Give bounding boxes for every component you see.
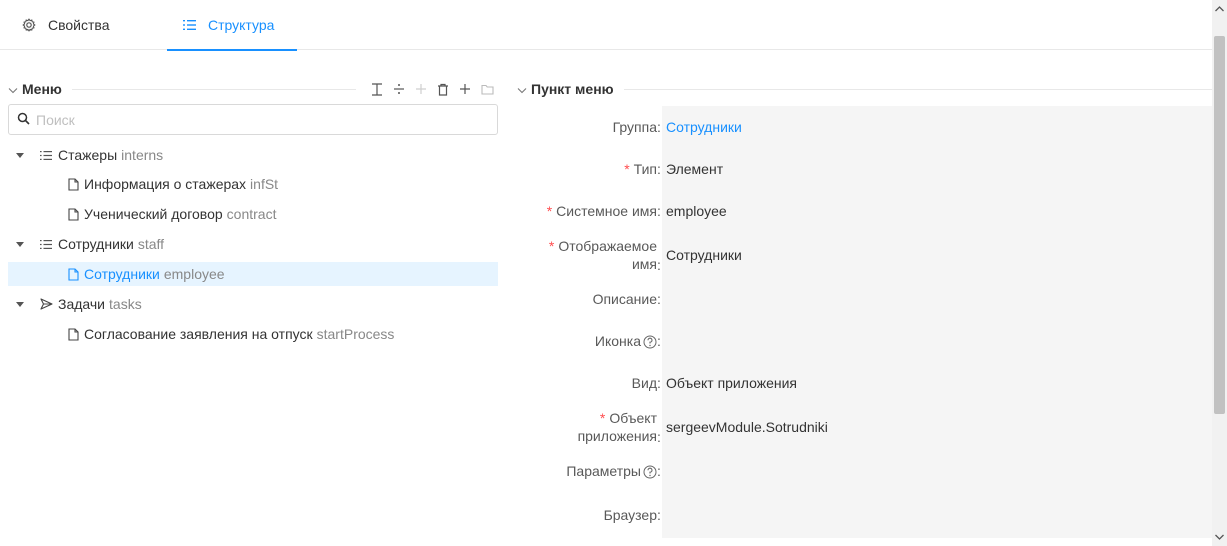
field-label: Браузер bbox=[603, 507, 657, 523]
tree-node-code: interns bbox=[121, 147, 164, 163]
field-label: * Системное имя bbox=[546, 203, 657, 219]
tab-bar: Свойства Структура bbox=[0, 0, 1212, 51]
tab-structure[interactable]: Структура bbox=[167, 0, 297, 51]
question-circle-icon[interactable] bbox=[643, 465, 657, 479]
required-mark: * bbox=[624, 161, 630, 177]
plus-icon[interactable] bbox=[454, 79, 476, 99]
view-value[interactable]: Объект приложения bbox=[662, 362, 1212, 404]
tree-node-staff[interactable]: Сотрудники staff bbox=[8, 232, 498, 256]
field-params: Параметры: bbox=[517, 450, 1212, 492]
question-circle-icon[interactable] bbox=[643, 335, 657, 349]
tree-node-tasks[interactable]: Задачи tasks bbox=[8, 292, 498, 316]
divider bbox=[71, 88, 356, 90]
text-cursor-icon[interactable] bbox=[366, 79, 388, 99]
field-system-name: * Системное имя: employee bbox=[517, 190, 1212, 232]
scrollbar-thumb[interactable] bbox=[1214, 36, 1225, 414]
tree-node-startProcess[interactable]: Согласование заявления на отпуск startPr… bbox=[8, 322, 498, 346]
field-label: Иконка bbox=[517, 332, 657, 350]
tree-node-code: contract bbox=[226, 206, 277, 222]
list-icon bbox=[38, 150, 54, 161]
tree-node-code: employee bbox=[163, 266, 225, 282]
icon-value[interactable] bbox=[662, 320, 1212, 362]
system-name-value[interactable]: employee bbox=[662, 190, 1212, 232]
menu-toolbar bbox=[366, 79, 498, 99]
caret-down-icon[interactable] bbox=[12, 301, 28, 307]
group-link[interactable]: Сотрудники bbox=[662, 106, 1212, 148]
tree-node-label: Стажеры bbox=[58, 147, 118, 163]
field-type: * Тип: Элемент bbox=[517, 148, 1212, 190]
caret-down-icon[interactable] bbox=[12, 241, 28, 247]
scroll-up-icon[interactable] bbox=[1212, 0, 1227, 18]
field-label: Описание bbox=[592, 291, 657, 307]
file-icon bbox=[66, 207, 80, 221]
scroll-down-icon[interactable] bbox=[1212, 528, 1227, 546]
field-label: Группа bbox=[612, 119, 657, 135]
field-description: Описание: bbox=[517, 278, 1212, 320]
app-object-value[interactable]: sergeevModule.Sotrudniki bbox=[662, 404, 1212, 450]
tree-node-employee[interactable]: Сотрудники employee bbox=[8, 262, 498, 286]
tree-node-label: Согласование заявления на отпуск bbox=[84, 326, 313, 342]
tree-node-label: Информация о стажерах bbox=[84, 176, 247, 192]
tree-node-code: infSt bbox=[250, 176, 279, 192]
menu-item-section-header: Пункт меню bbox=[517, 79, 1212, 99]
search-icon bbox=[17, 112, 30, 128]
tree-node-label: Сотрудники bbox=[58, 236, 134, 252]
vertical-scrollbar[interactable] bbox=[1212, 0, 1227, 546]
tab-label: Свойства bbox=[48, 17, 110, 33]
tab-label: Структура bbox=[208, 17, 275, 33]
tree-node-interns[interactable]: Стажеры interns bbox=[8, 143, 498, 167]
list-icon bbox=[183, 19, 196, 31]
tree-node-label: Ученический договор bbox=[84, 206, 223, 222]
search-box[interactable] bbox=[8, 104, 498, 135]
file-icon bbox=[66, 327, 80, 341]
search-input[interactable] bbox=[34, 110, 497, 129]
menu-section-title: Меню bbox=[22, 81, 62, 97]
caret-down-icon[interactable] bbox=[12, 152, 28, 158]
send-icon bbox=[38, 298, 54, 310]
browser-value[interactable] bbox=[662, 492, 1212, 538]
required-mark: * bbox=[546, 203, 553, 219]
field-display-name: * Отображаемое имя : Сотрудники bbox=[517, 232, 1212, 278]
tab-properties[interactable]: Свойства bbox=[22, 0, 122, 50]
file-icon bbox=[66, 267, 80, 281]
gear-icon bbox=[22, 18, 36, 32]
field-icon: Иконка: bbox=[517, 320, 1212, 362]
menu-section-header: Меню bbox=[8, 79, 498, 99]
tree-node-infSt[interactable]: Информация о стажерах infSt bbox=[8, 172, 498, 196]
params-value[interactable] bbox=[662, 450, 1212, 492]
required-mark: * bbox=[548, 238, 555, 254]
chevron-down-icon[interactable] bbox=[517, 81, 527, 97]
file-icon bbox=[66, 177, 80, 191]
tree-node-label: Сотрудники bbox=[84, 266, 160, 282]
tree-node-code: startProcess bbox=[316, 326, 395, 342]
field-label: * Отображаемое имя bbox=[548, 238, 657, 272]
plus-disabled-icon[interactable] bbox=[410, 79, 432, 99]
type-value[interactable]: Элемент bbox=[662, 148, 1212, 190]
field-label: Вид bbox=[631, 375, 657, 391]
field-label: * Тип bbox=[624, 161, 657, 177]
field-group: Группа: Сотрудники bbox=[517, 106, 1212, 148]
field-browser: Браузер: bbox=[517, 492, 1212, 538]
divide-icon[interactable] bbox=[388, 79, 410, 99]
trash-icon[interactable] bbox=[432, 79, 454, 99]
tree-node-label: Задачи bbox=[58, 296, 106, 312]
field-app-object: * Объект приложения : sergeevModule.Sotru… bbox=[517, 404, 1212, 450]
folder-icon[interactable] bbox=[476, 79, 498, 99]
tree-node-code: staff bbox=[137, 236, 165, 252]
required-mark: * bbox=[599, 410, 606, 426]
field-view: Вид: Объект приложения bbox=[517, 362, 1212, 404]
field-label: Параметры bbox=[517, 462, 657, 480]
chevron-down-icon[interactable] bbox=[8, 81, 18, 97]
tree-node-code: tasks bbox=[109, 296, 142, 312]
divider bbox=[623, 88, 1212, 90]
list-icon bbox=[38, 239, 54, 250]
tree-node-contract[interactable]: Ученический договор contract bbox=[8, 202, 498, 226]
menu-item-section-title: Пункт меню bbox=[531, 81, 614, 97]
description-value[interactable] bbox=[662, 278, 1212, 320]
display-name-value[interactable]: Сотрудники bbox=[662, 232, 1212, 278]
field-label: * Объект приложения bbox=[577, 410, 657, 444]
